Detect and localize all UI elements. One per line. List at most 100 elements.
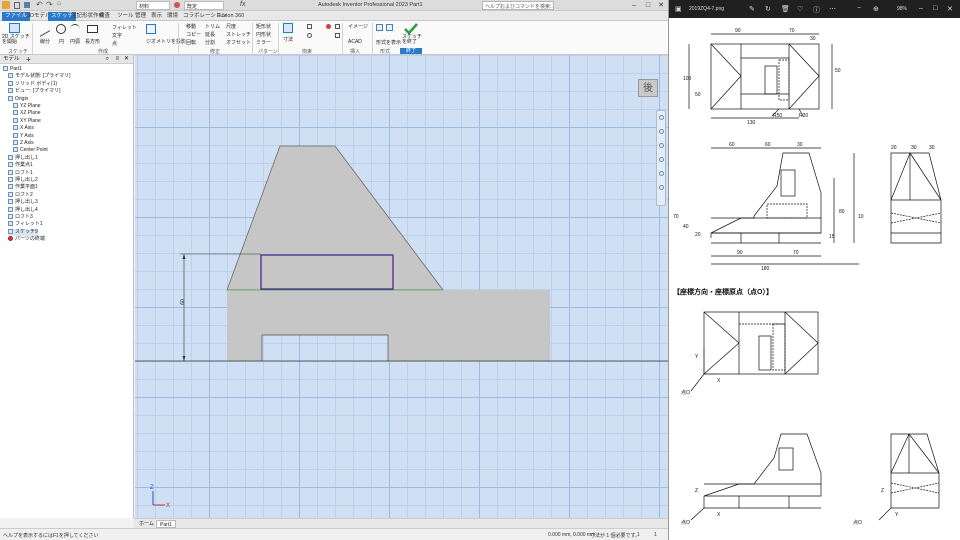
redo-icon[interactable]: ↷ <box>46 0 53 9</box>
edit-image-icon[interactable]: ✎ <box>749 5 755 13</box>
trim-button[interactable]: トリム <box>205 23 220 30</box>
viewer-maximize-icon[interactable]: □ <box>933 5 937 12</box>
maximize-icon[interactable]: □ <box>642 1 654 10</box>
rotate-icon[interactable]: ↻ <box>765 5 771 13</box>
nav-zoom-icon[interactable] <box>659 143 664 148</box>
split-button[interactable]: 分割 <box>205 39 215 46</box>
minimize-icon[interactable]: – <box>628 1 640 10</box>
circ-pattern-button[interactable]: 円形状 <box>256 31 271 38</box>
material-combo[interactable]: 材料 <box>136 1 170 10</box>
tangent-constraint-icon[interactable] <box>307 33 312 38</box>
info-icon[interactable]: ⓘ <box>813 5 820 15</box>
browser-item[interactable]: YZ Plane <box>13 103 41 110</box>
dimension-button[interactable]: 寸法 <box>283 36 293 43</box>
rotate-button[interactable]: 回転 <box>186 39 196 46</box>
browser-item[interactable]: 押し出し4 <box>8 206 38 214</box>
dimension-icon[interactable] <box>283 23 293 33</box>
nav-lookat-icon[interactable] <box>659 171 664 176</box>
browser-item[interactable]: ソリッド ボディ(1) <box>8 80 57 88</box>
inventor-logo-icon[interactable] <box>2 1 10 9</box>
browser-item[interactable]: 押し出し3 <box>8 199 38 206</box>
favorite-icon[interactable]: ♡ <box>797 5 803 13</box>
browser-item[interactable]: Part1 <box>3 66 22 73</box>
doc-tab-part1[interactable]: Part1 <box>156 520 176 528</box>
zoom-level[interactable]: 98% <box>897 6 907 12</box>
nav-fit-icon[interactable] <box>659 185 664 190</box>
fillet-button[interactable]: フィレット <box>112 24 137 31</box>
nav-pan-icon[interactable] <box>659 129 664 134</box>
text-button[interactable]: 文字 <box>112 32 122 39</box>
zoom-out-icon[interactable]: − <box>857 5 861 12</box>
graphics-window[interactable]: Z X 60 後 <box>135 55 668 518</box>
sketch-profile-lower[interactable] <box>227 290 550 361</box>
browser-item[interactable]: XZ Plane <box>13 110 41 117</box>
scale-button[interactable]: 尺度 <box>226 23 236 30</box>
viewer-close-icon[interactable]: ✕ <box>947 5 953 13</box>
file-icon[interactable] <box>14 2 20 9</box>
appearance-icon[interactable] <box>174 2 180 8</box>
browser-item[interactable]: XY Plane <box>13 117 41 125</box>
undo-icon[interactable]: ↶ <box>36 0 43 9</box>
browser-item[interactable]: Z Axis <box>13 140 34 147</box>
browser-close-icon[interactable]: ✕ <box>124 55 129 64</box>
browser-item[interactable]: X Axis <box>13 125 34 132</box>
viewer-minimize-icon[interactable]: – <box>919 5 923 12</box>
browser-item[interactable]: Origin <box>8 95 28 103</box>
equal-constraint-icon[interactable] <box>335 33 340 38</box>
line-icon[interactable] <box>40 21 50 37</box>
sketch-profile-upper[interactable] <box>226 145 444 291</box>
copy-button[interactable]: コピー <box>186 31 201 38</box>
tab-environment[interactable]: 環境 <box>164 12 181 21</box>
browser-item[interactable]: 作業平面1 <box>8 184 38 191</box>
dimension-value[interactable]: 60 <box>180 299 186 305</box>
circle-icon[interactable] <box>56 24 66 34</box>
browser-item[interactable]: スケッチ9 <box>8 228 38 236</box>
mirror-button[interactable]: ミラー <box>256 39 271 46</box>
nav-steeringwheel-icon[interactable] <box>659 115 664 120</box>
line-button[interactable]: 線分 <box>40 38 50 45</box>
move-button[interactable]: 移動 <box>186 23 196 30</box>
browser-search-icon[interactable]: ⌕ <box>106 55 109 64</box>
browser-item[interactable]: 押し出し2 <box>8 177 38 184</box>
tab-fusion[interactable]: Fusion 360 <box>214 12 247 21</box>
save-icon[interactable] <box>24 2 30 8</box>
centerline-icon[interactable] <box>386 24 393 31</box>
project-geometry-button[interactable]: ジオメトリを投影 <box>146 38 186 45</box>
help-search-input[interactable]: ヘルプおよびコマンドを検索... <box>482 1 554 10</box>
fix-constraint-icon[interactable] <box>326 24 331 29</box>
arc-icon[interactable] <box>70 24 80 34</box>
rectangle-button[interactable]: 長方形 <box>85 38 100 45</box>
more-icon[interactable]: ⋯ <box>829 5 836 13</box>
extend-button[interactable]: 延長 <box>205 31 215 38</box>
browser-item[interactable]: フィレット1 <box>8 221 43 228</box>
construction-icon[interactable] <box>376 24 383 31</box>
point-button[interactable]: 点 <box>112 40 117 47</box>
browser-item[interactable]: ロフト3 <box>8 214 33 221</box>
circle-button[interactable]: 円 <box>59 38 64 45</box>
acad-button[interactable]: ACAD <box>348 39 362 45</box>
start-sketch-button[interactable]: 2D スケッチを開始 <box>2 35 30 45</box>
nav-orbit-icon[interactable] <box>659 157 664 162</box>
browser-item[interactable]: 押し出し1 <box>8 154 38 162</box>
home-icon[interactable]: ⌂ <box>57 0 61 7</box>
browser-item[interactable]: ビュー: [プライマリ] <box>8 88 61 95</box>
project-geometry-icon[interactable] <box>146 24 156 34</box>
fx-icon[interactable]: fx <box>240 1 245 8</box>
coincident-constraint-icon[interactable] <box>307 24 312 29</box>
tab-manage[interactable]: 管理 <box>132 12 149 21</box>
doc-tab-home[interactable]: ホーム <box>136 520 157 528</box>
browser-item[interactable]: Y Axis <box>13 132 34 140</box>
rect-pattern-button[interactable]: 矩形状 <box>256 23 271 30</box>
arc-button[interactable]: 円弧 <box>70 38 80 45</box>
browser-item[interactable]: 作業点1 <box>8 162 33 169</box>
image-button[interactable]: イメージ <box>348 23 368 30</box>
parallel-constraint-icon[interactable] <box>335 24 340 29</box>
browser-item[interactable]: パーツの終端 <box>8 236 45 243</box>
delete-icon[interactable]: 🗑 <box>781 5 790 13</box>
start-sketch-icon[interactable] <box>9 23 20 33</box>
browser-item[interactable]: モデル状態: [プライマリ] <box>8 73 71 80</box>
viewcube[interactable]: 後 <box>638 79 658 97</box>
close-icon[interactable]: ✕ <box>655 1 667 10</box>
show-format-button[interactable]: 形式を表示 <box>376 39 401 46</box>
stretch-button[interactable]: ストレッチ <box>226 31 251 38</box>
